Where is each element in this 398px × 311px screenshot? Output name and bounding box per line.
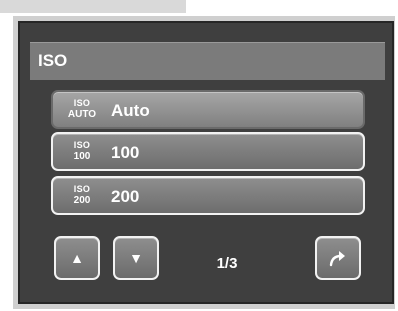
option-iso-auto[interactable]: ISO AUTO Auto <box>51 90 365 129</box>
option-label: Auto <box>111 101 150 120</box>
option-iso-100[interactable]: ISO 100 100 <box>51 132 365 171</box>
menu-title-bar: ISO <box>30 42 385 80</box>
iso-auto-icon: ISO AUTO <box>67 98 97 120</box>
triangle-down-icon: ▼ <box>129 250 143 266</box>
scroll-down-button[interactable]: ▼ <box>113 236 159 280</box>
triangle-up-icon: ▲ <box>70 250 84 266</box>
menu-title: ISO <box>38 51 68 70</box>
iso-200-icon: ISO 200 <box>73 184 91 206</box>
option-iso-200[interactable]: ISO 200 200 <box>51 176 365 215</box>
top-band <box>0 0 186 13</box>
option-label: 100 <box>111 143 140 162</box>
page-indicator: 1/3 <box>216 255 238 272</box>
scroll-up-button[interactable]: ▲ <box>54 236 100 280</box>
curved-arrow-icon <box>329 251 345 267</box>
iso-100-icon: ISO 100 <box>73 140 91 162</box>
enter-button[interactable] <box>315 236 361 280</box>
option-label: 200 <box>111 187 140 206</box>
